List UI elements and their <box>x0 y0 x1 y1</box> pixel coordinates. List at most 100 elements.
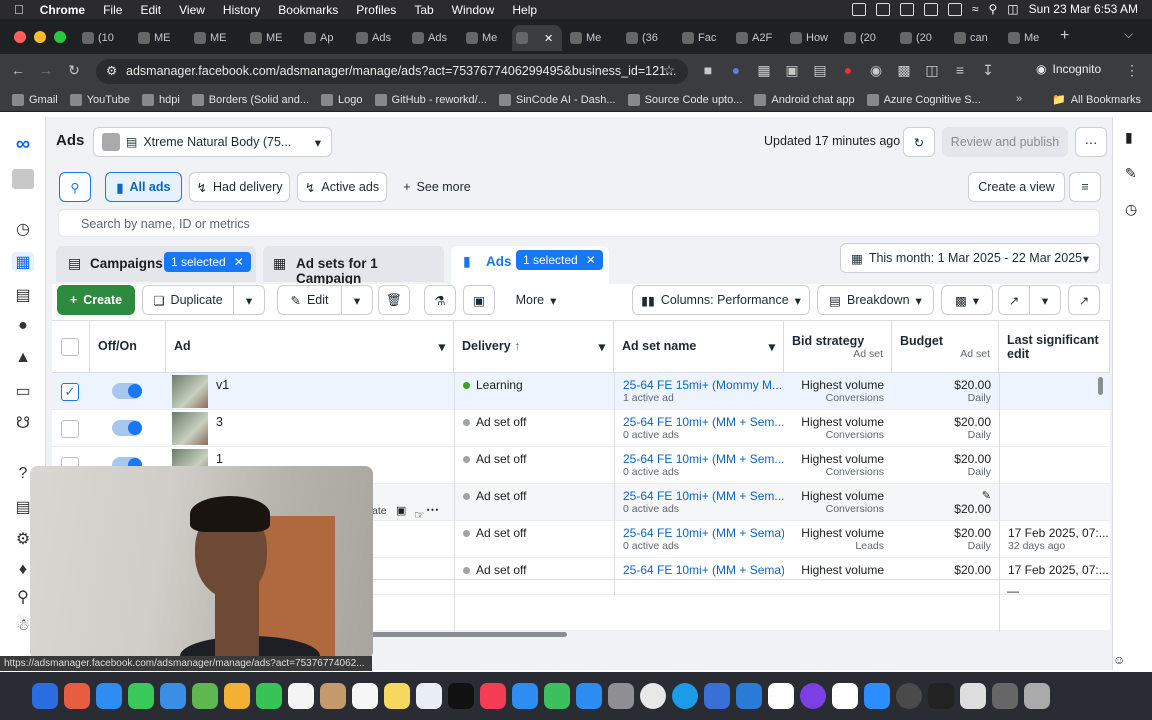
bookmark-item[interactable]: Azure Cognitive S... <box>866 93 981 106</box>
status-icon[interactable] <box>923 2 938 16</box>
column-header-adset[interactable]: Ad set name ▾ <box>614 321 784 373</box>
forward-icon[interactable]: → <box>38 62 54 78</box>
export-dropdown[interactable]: ▾ <box>1029 285 1061 315</box>
pages-icon[interactable]: ▤ <box>12 285 34 305</box>
column-header-budget[interactable]: Budget Ad set <box>892 321 999 373</box>
browser-tab[interactable]: ✕ <box>512 25 562 51</box>
extensions-puzzle-icon[interactable]: ◫ <box>924 62 940 78</box>
reading-list-icon[interactable]: ≡ <box>952 62 968 78</box>
breakdown-selector[interactable]: ▤ Breakdown ▾ <box>817 285 934 315</box>
incognito-badge[interactable]: ◉ Incognito <box>1036 62 1101 76</box>
browser-tab[interactable]: ME <box>134 25 184 51</box>
browser-tab[interactable]: (20 <box>840 25 890 51</box>
columns-selector[interactable]: ▮▮ Columns: Performance ▾ <box>632 285 810 315</box>
menu-file[interactable]: File <box>103 3 122 17</box>
ad-thumbnail[interactable] <box>172 412 208 445</box>
budget-cell[interactable]: ✎ $20.00 <box>892 484 999 521</box>
menu-bookmarks[interactable]: Bookmarks <box>278 3 338 17</box>
ad-name[interactable]: 3 <box>216 415 223 429</box>
control-center-icon[interactable]: ◫ <box>1007 2 1018 16</box>
menubar-app-name[interactable]: Chrome <box>40 3 85 17</box>
terminal-icon[interactable] <box>928 683 954 709</box>
table-row[interactable]: 3 Ad set off 25-64 FE 10mi+ (MM + Sem... 0 … <box>52 410 1110 447</box>
facetime-icon[interactable] <box>256 683 282 709</box>
trash-icon[interactable] <box>1024 683 1050 709</box>
ad-toggle[interactable] <box>112 383 142 399</box>
audiences-icon[interactable]: ● <box>12 317 34 337</box>
zoom-window-button[interactable] <box>54 31 66 43</box>
megaphone-icon[interactable]: ▲ <box>12 349 34 369</box>
date-range-picker[interactable]: ▦ This month: 1 Mar 2025 - 22 Mar 2025 ▾ <box>840 243 1100 273</box>
budget-cell[interactable]: $20.00 Daily <box>892 521 999 558</box>
column-header-delivery[interactable]: Delivery ↑ ▾ <box>454 321 614 373</box>
launchpad-icon[interactable] <box>64 683 90 709</box>
search-button[interactable]: ⚲ <box>59 172 91 202</box>
extension-icon[interactable]: ▣ <box>784 62 800 78</box>
downloads-icon[interactable]: ↧ <box>980 62 996 78</box>
campaigns-table-icon[interactable]: ▦ <box>12 252 34 272</box>
menubar-clock[interactable]: Sun 23 Mar 6:53 AM <box>1029 2 1138 16</box>
edge-icon[interactable] <box>672 683 698 709</box>
edit-dropdown[interactable]: ▾ <box>341 285 373 315</box>
notes-icon[interactable] <box>384 683 410 709</box>
wifi-icon[interactable]: ≈ <box>972 2 979 16</box>
budget-cell[interactable]: $20.00 Daily <box>892 447 999 484</box>
create-button[interactable]: + Create <box>57 285 135 315</box>
maps-icon[interactable] <box>192 683 218 709</box>
column-header-offon[interactable]: Off/On <box>90 321 166 373</box>
chart-toggle-button[interactable]: ↗ <box>1068 285 1100 315</box>
bookmark-item[interactable]: Logo <box>321 93 363 106</box>
status-icon[interactable] <box>851 2 866 16</box>
menu-edit[interactable]: Edit <box>140 3 161 17</box>
review-publish-button[interactable]: Review and publish <box>942 127 1068 157</box>
menu-window[interactable]: Window <box>452 3 495 17</box>
adset-cell[interactable]: 25-64 FE 10mi+ (MM + Sem... 0 active ads <box>614 447 784 484</box>
budget-cell[interactable]: $20.00 Daily <box>892 410 999 447</box>
account-selector[interactable]: ▤ Xtreme Natural Body (75... ▾ <box>93 127 332 157</box>
create-view-button[interactable]: Create a view <box>968 172 1065 202</box>
status-icon[interactable] <box>875 2 890 16</box>
caret-down-icon[interactable]: ▾ <box>599 339 605 354</box>
close-window-button[interactable] <box>14 31 26 43</box>
ad-toggle[interactable] <box>112 420 142 436</box>
bookmark-star-icon[interactable]: ☆ <box>661 62 677 78</box>
chrome-icon[interactable] <box>640 683 666 709</box>
column-header-last-edit[interactable]: Last significant edit <box>999 321 1110 373</box>
edit-pencil-icon[interactable]: ✎ <box>900 489 991 502</box>
edit-button[interactable]: ✎ Edit <box>277 285 342 315</box>
app-store-icon[interactable] <box>576 683 602 709</box>
menu-history[interactable]: History <box>223 3 260 17</box>
bookmark-item[interactable]: YouTube <box>69 93 130 106</box>
more-button[interactable]: More ▾ <box>506 285 566 315</box>
delete-button[interactable]: 🗑 <box>378 285 410 315</box>
browser-tab[interactable]: A2F <box>732 25 782 51</box>
preview-button[interactable]: ▣ <box>463 285 495 315</box>
filter-all-ads[interactable]: ▮ All ads <box>105 172 182 202</box>
adset-name-link[interactable]: 25-64 FE 10mi+ (MM + Sem... <box>623 415 784 429</box>
caret-down-icon[interactable]: ▾ <box>769 339 775 354</box>
vertical-scrollbar[interactable] <box>1098 377 1103 395</box>
adset-name-link[interactable]: 25-64 FE 10mi+ (MM + Sema) <box>623 563 784 577</box>
chrome-menu-icon[interactable]: ⋮ <box>1124 62 1140 78</box>
bookmark-item[interactable]: Android chat app <box>754 93 855 106</box>
browser-tab[interactable]: Me <box>462 25 512 51</box>
menu-help[interactable]: Help <box>512 3 537 17</box>
capcut-icon[interactable] <box>768 683 794 709</box>
notion-icon[interactable] <box>832 683 858 709</box>
system-settings-icon[interactable] <box>608 683 634 709</box>
menu-view[interactable]: View <box>179 3 205 17</box>
bookmark-item[interactable]: Borders (Solid and... <box>191 93 309 106</box>
extension-icon[interactable]: ● <box>728 62 744 78</box>
photos-icon[interactable] <box>224 683 250 709</box>
adset-name-link[interactable]: 25-64 FE 15mi+ (Mommy M... <box>623 378 782 392</box>
quicktime-icon[interactable] <box>896 683 922 709</box>
browser-tab[interactable]: Fac <box>678 25 728 51</box>
caret-down-icon[interactable]: ▾ <box>439 339 445 354</box>
browser-tab[interactable]: Me <box>566 25 616 51</box>
new-tab-icon[interactable]: + <box>1060 27 1069 45</box>
ad-name-cell[interactable]: 3 <box>208 410 454 447</box>
adset-name-link[interactable]: 25-64 FE 10mi+ (MM + Sem... <box>623 452 784 466</box>
reports-button[interactable]: ▩ ▾ <box>941 285 993 315</box>
adset-cell[interactable]: 25-64 FE 10mi+ (MM + Sem... 0 active ads <box>614 484 784 521</box>
browser-tab[interactable]: Ap <box>300 25 350 51</box>
